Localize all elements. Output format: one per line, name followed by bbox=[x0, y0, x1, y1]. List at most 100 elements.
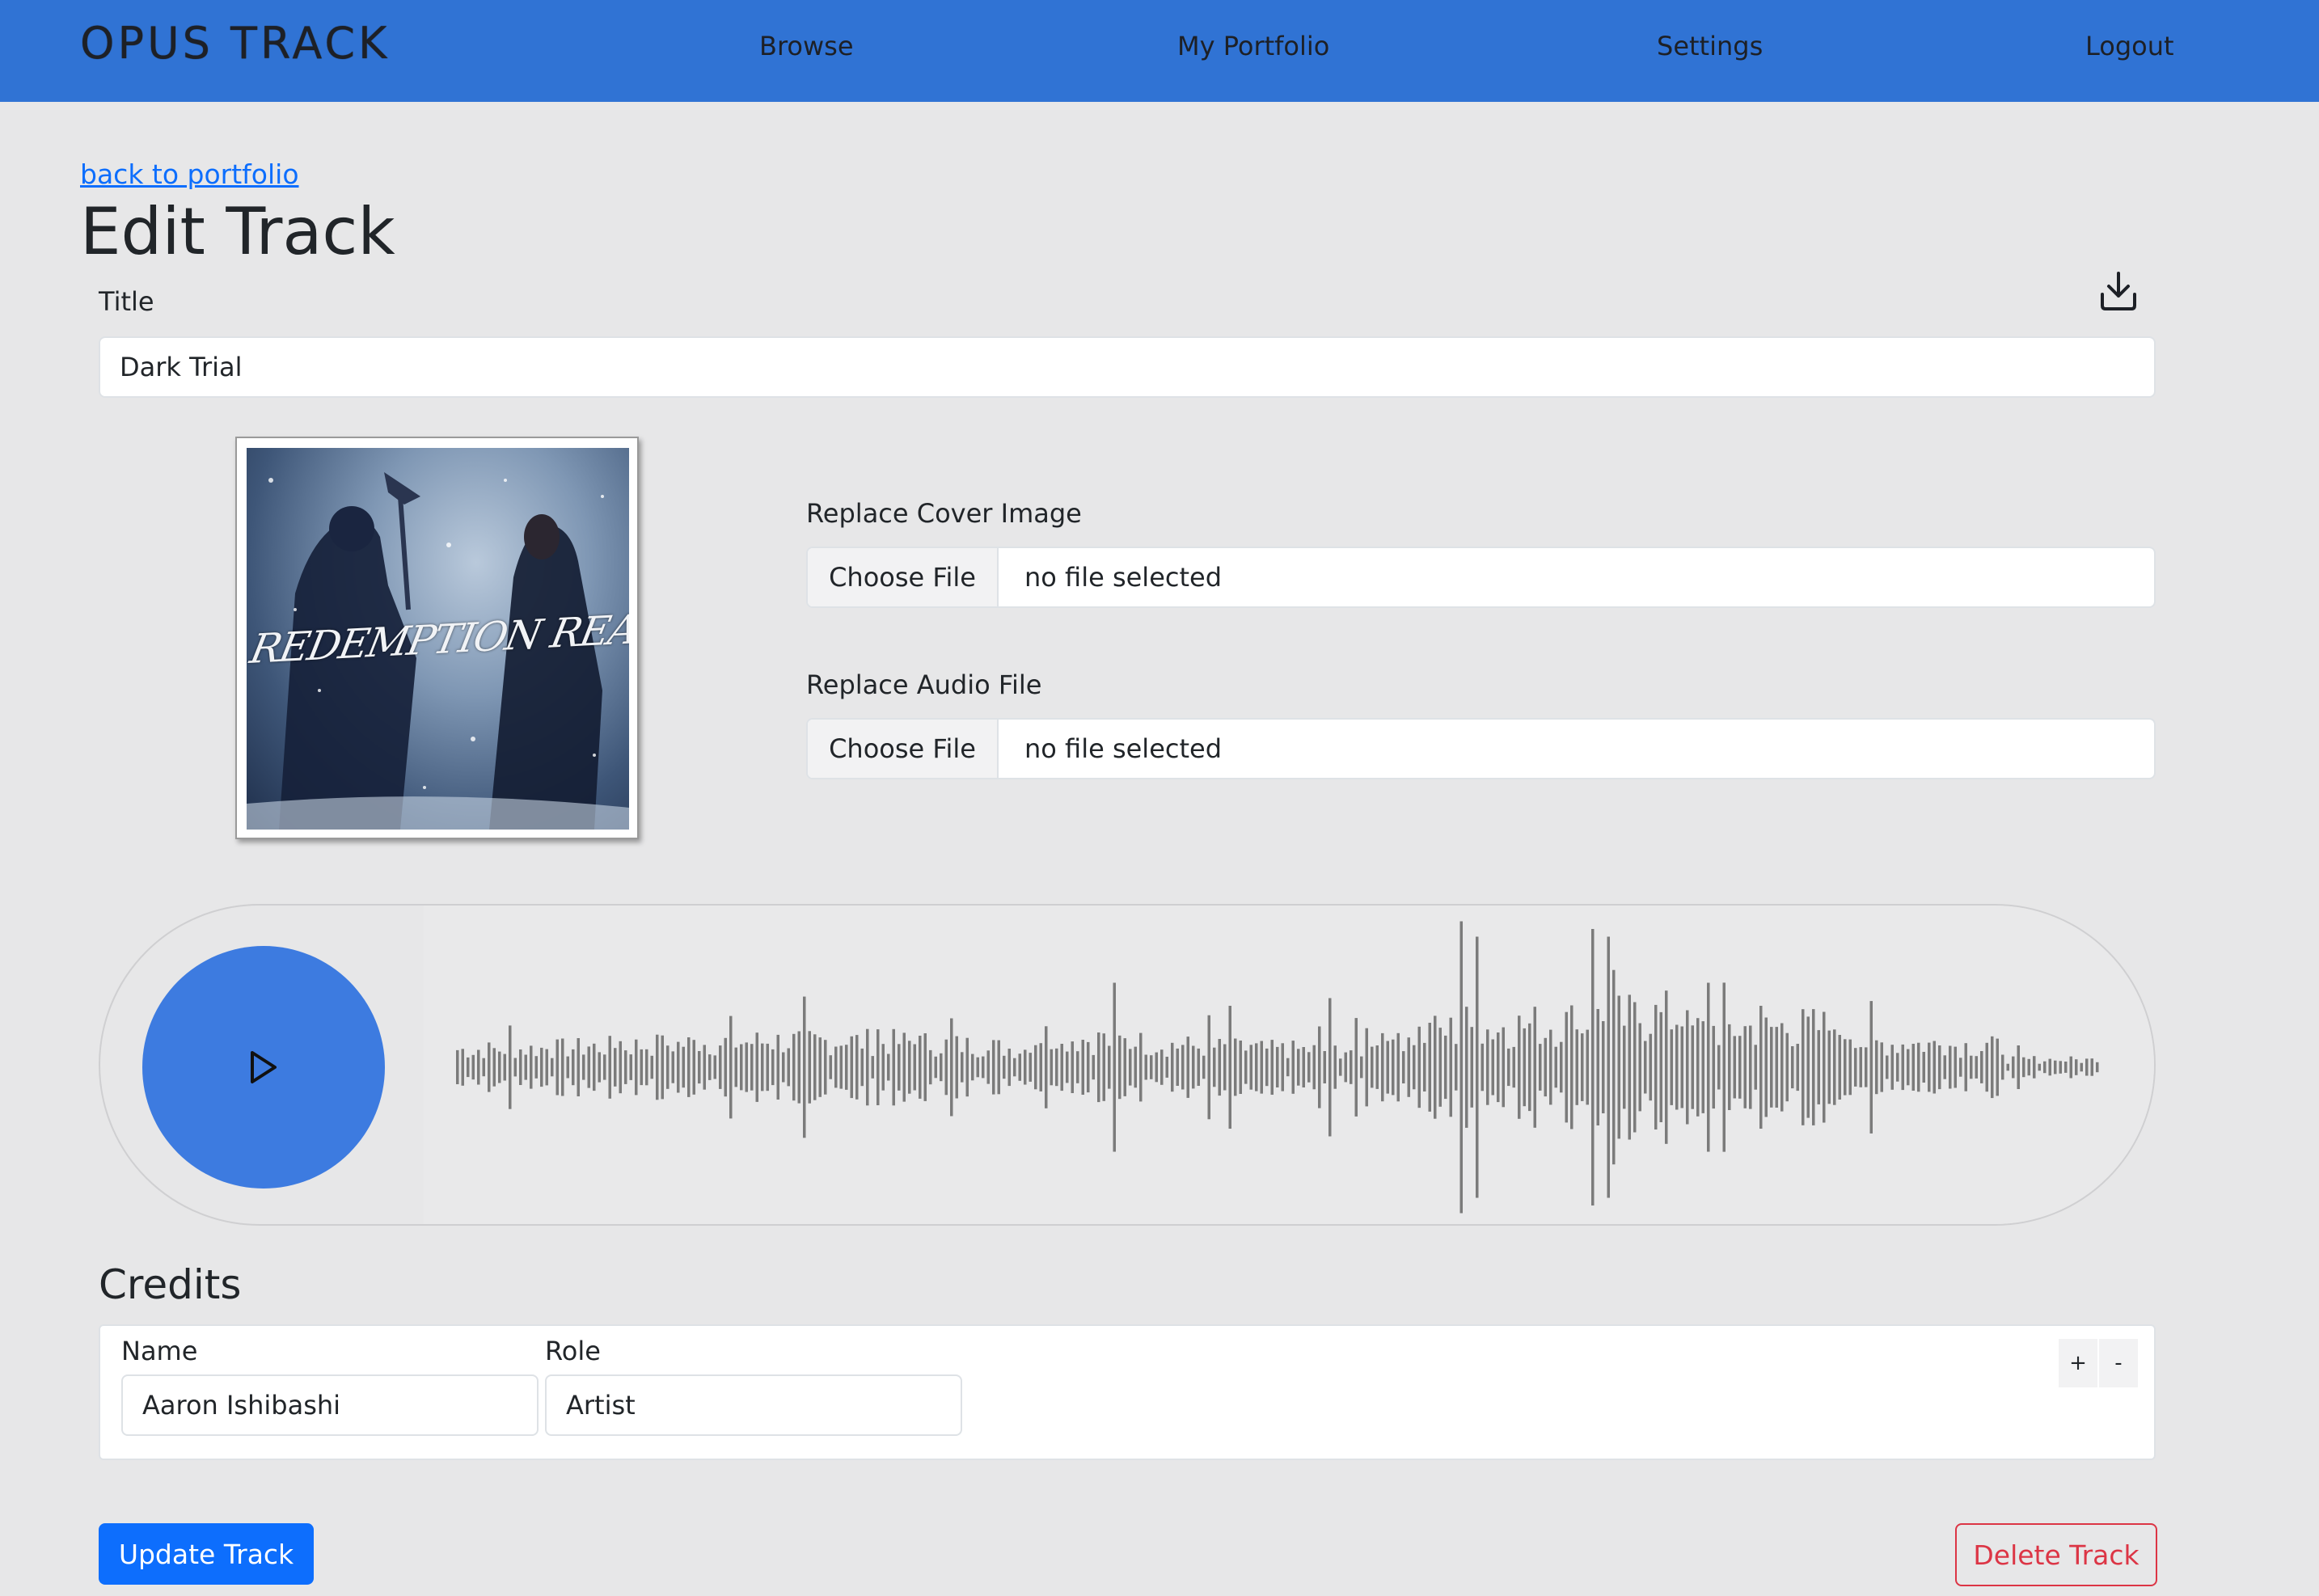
waveform-bar bbox=[482, 1058, 485, 1077]
waveform-bar bbox=[1055, 1048, 1058, 1087]
waveform-bar bbox=[1911, 1044, 1915, 1091]
waveform-bar bbox=[1129, 1049, 1132, 1086]
nav-settings[interactable]: Settings bbox=[1657, 31, 1763, 61]
waveform-bar bbox=[1628, 994, 1631, 1140]
back-to-portfolio-link[interactable]: back to portfolio bbox=[80, 158, 299, 190]
waveform-bar bbox=[1817, 1030, 1820, 1104]
waveform-bar bbox=[1985, 1042, 1988, 1092]
waveform-bar bbox=[1770, 1027, 1773, 1108]
waveform-bar bbox=[2001, 1054, 2004, 1080]
waveform-bar bbox=[555, 1039, 559, 1096]
waveform-bar bbox=[513, 1058, 517, 1077]
waveform-bar bbox=[1013, 1058, 1016, 1077]
waveform-bar bbox=[1465, 1007, 1468, 1128]
waveform-bar bbox=[934, 1056, 937, 1079]
waveform-bar bbox=[1602, 1021, 1605, 1113]
add-credit-button[interactable]: + bbox=[2059, 1339, 2097, 1387]
waveform-bar bbox=[1276, 1046, 1279, 1087]
audio-file-status: no file selected bbox=[1024, 733, 1223, 764]
audio-waveform[interactable] bbox=[456, 912, 2106, 1222]
waveform-bar bbox=[1344, 1052, 1347, 1083]
waveform-bar bbox=[650, 1055, 653, 1079]
nav-logout[interactable]: Logout bbox=[2085, 31, 2174, 61]
waveform-bar bbox=[1139, 1032, 1143, 1102]
waveform-bar bbox=[1518, 1015, 1521, 1119]
waveform-bar bbox=[1371, 1046, 1374, 1088]
waveform-bar bbox=[1434, 1015, 1437, 1119]
nav-my-portfolio[interactable]: My Portfolio bbox=[1177, 31, 1329, 61]
download-icon[interactable] bbox=[2099, 270, 2138, 312]
waveform-bar bbox=[666, 1045, 670, 1089]
cover-choose-file-button[interactable]: Choose File bbox=[808, 548, 999, 606]
title-input-value: Dark Trial bbox=[120, 352, 243, 382]
waveform-bar bbox=[624, 1050, 627, 1084]
brand-logo[interactable]: OPUS TRACK bbox=[80, 18, 390, 69]
waveform-bar bbox=[703, 1045, 706, 1090]
waveform-bar bbox=[2022, 1057, 2025, 1078]
waveform-bar bbox=[892, 1028, 895, 1106]
waveform-bar bbox=[1360, 1056, 1363, 1079]
waveform-bar bbox=[1286, 1058, 1290, 1077]
waveform-bar bbox=[1202, 1055, 1206, 1079]
waveform-bar bbox=[845, 1045, 848, 1090]
waveform-bar bbox=[1050, 1049, 1053, 1086]
waveform-bar bbox=[2043, 1061, 2047, 1074]
waveform-bar bbox=[1113, 982, 1116, 1152]
waveform-bar bbox=[519, 1049, 522, 1085]
waveform-bar bbox=[603, 1054, 606, 1080]
credit-name-input[interactable]: Aaron Ishibashi bbox=[121, 1374, 539, 1436]
waveform-bar bbox=[509, 1025, 512, 1109]
replace-cover-label: Replace Cover Image bbox=[806, 498, 1082, 529]
credit-role-label: Role bbox=[545, 1336, 601, 1366]
waveform-bar bbox=[1949, 1045, 1952, 1089]
waveform-bar bbox=[2075, 1059, 2078, 1075]
waveform-bar bbox=[492, 1048, 496, 1087]
waveform-bar bbox=[1549, 1029, 1552, 1105]
waveform-bar bbox=[1045, 1026, 1048, 1108]
waveform-bar bbox=[488, 1042, 491, 1092]
waveform-bar bbox=[750, 1044, 754, 1091]
waveform-bar bbox=[2085, 1058, 2089, 1076]
waveform-bar bbox=[1160, 1049, 1164, 1085]
waveform-bar bbox=[1890, 1045, 1894, 1090]
nav-browse[interactable]: Browse bbox=[759, 31, 854, 61]
waveform-bar bbox=[1255, 1043, 1258, 1091]
waveform-bar bbox=[1554, 1046, 1557, 1088]
title-input[interactable]: Dark Trial bbox=[99, 336, 2156, 398]
waveform-bar bbox=[566, 1056, 569, 1079]
waveform-bar bbox=[1176, 1048, 1179, 1086]
waveform-bar bbox=[1365, 1028, 1368, 1107]
waveform-bar bbox=[1833, 1029, 1836, 1105]
waveform-bar bbox=[1413, 1045, 1416, 1090]
waveform-bar bbox=[1165, 1057, 1168, 1078]
waveform-bar bbox=[1722, 982, 1726, 1152]
remove-credit-button[interactable]: - bbox=[2099, 1339, 2138, 1387]
audio-choose-file-button[interactable]: Choose File bbox=[808, 720, 999, 778]
waveform-bar bbox=[1896, 1053, 1899, 1082]
play-button[interactable] bbox=[142, 946, 385, 1189]
waveform-bar bbox=[561, 1038, 564, 1096]
waveform-bar bbox=[1812, 1009, 1815, 1125]
waveform-bar bbox=[1197, 1048, 1200, 1086]
waveform-bar bbox=[986, 1050, 990, 1084]
audio-file-input[interactable]: Choose File no file selected bbox=[806, 718, 2156, 779]
waveform-bar bbox=[898, 1044, 901, 1091]
waveform-bar bbox=[1071, 1041, 1074, 1093]
waveform-bar bbox=[1213, 1047, 1216, 1087]
waveform-bar bbox=[803, 996, 806, 1138]
credit-name-label: Name bbox=[121, 1336, 198, 1366]
waveform-bar bbox=[1886, 1055, 1889, 1079]
play-icon bbox=[251, 1051, 277, 1083]
waveform-bar bbox=[1102, 1033, 1105, 1101]
waveform-bar bbox=[577, 1038, 580, 1096]
waveform-bar bbox=[1539, 1044, 1542, 1091]
waveform-bar bbox=[908, 1041, 911, 1094]
update-track-button[interactable]: Update Track bbox=[99, 1523, 314, 1585]
waveform-bar bbox=[850, 1036, 853, 1099]
cover-file-input[interactable]: Choose File no file selected bbox=[806, 547, 2156, 608]
waveform-bar bbox=[1996, 1038, 1999, 1096]
credit-role-input[interactable]: Artist bbox=[545, 1374, 962, 1436]
delete-track-button[interactable]: Delete Track bbox=[1955, 1523, 2157, 1586]
waveform-bar bbox=[1265, 1048, 1269, 1087]
waveform-bar bbox=[2054, 1060, 2057, 1075]
